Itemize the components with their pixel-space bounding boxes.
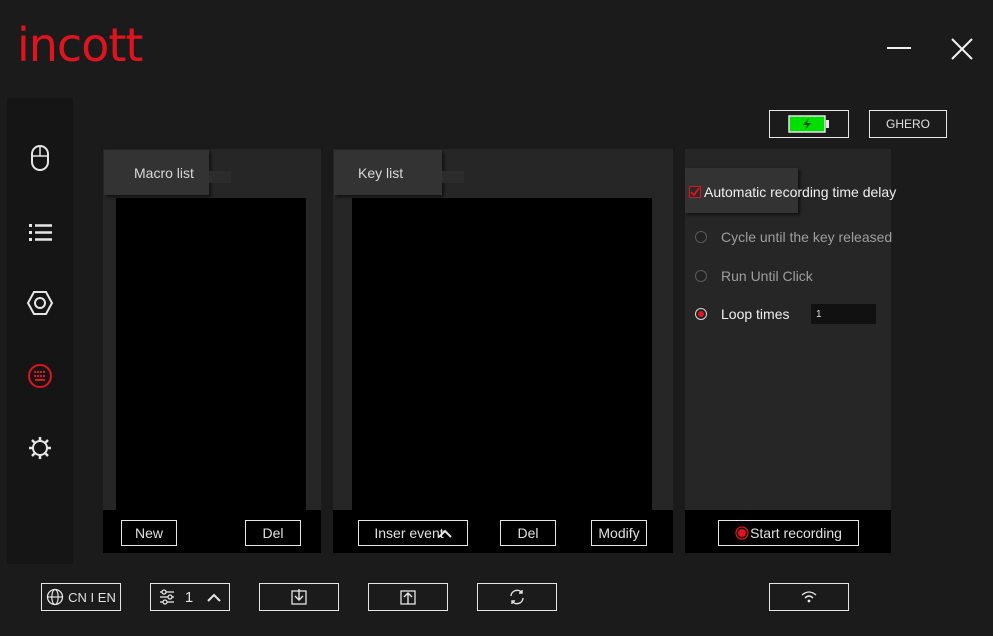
mode-loop-times[interactable]: Loop times	[695, 306, 789, 322]
macro-list-tab: Macro list	[104, 150, 231, 195]
minimize-button[interactable]	[887, 38, 911, 58]
radio-on-icon	[695, 308, 707, 320]
mode-cycle-until-released[interactable]: Cycle until the key released	[695, 229, 892, 245]
macro-list-box[interactable]	[116, 198, 306, 510]
radio-off-icon	[695, 270, 707, 282]
language-label: CN I EN	[68, 589, 116, 605]
gear-icon	[29, 437, 51, 459]
globe-icon	[47, 588, 64, 606]
sidebar-item-mouse[interactable]	[26, 144, 54, 172]
close-button[interactable]	[950, 37, 974, 61]
chevron-up-icon	[437, 529, 452, 538]
auto-delay-checkbox[interactable]: Automatic recording time delay	[689, 184, 896, 200]
insert-event-label: Inser event	[374, 525, 444, 541]
language-button[interactable]: CN I EN	[41, 583, 121, 611]
wifi-icon	[801, 591, 817, 603]
battery-indicator	[769, 110, 849, 138]
sidebar	[7, 98, 73, 564]
hexagon-settings-icon	[26, 291, 54, 315]
mouse-icon	[31, 145, 49, 171]
mode-label: Cycle until the key released	[721, 229, 893, 245]
import-button[interactable]	[259, 583, 339, 611]
radio-off-icon	[695, 231, 707, 243]
incott-logo: incott	[17, 18, 143, 72]
key-list-box[interactable]	[352, 198, 652, 510]
sidebar-item-system[interactable]	[26, 434, 54, 462]
wireless-button[interactable]	[769, 583, 849, 611]
sidebar-item-settings[interactable]	[26, 289, 54, 317]
profile-number: 1	[184, 588, 194, 606]
reset-button[interactable]	[477, 583, 557, 611]
import-icon	[291, 589, 307, 605]
battery-charging-icon	[788, 115, 829, 133]
delete-key-button[interactable]: Del	[500, 520, 556, 546]
keyboard-macro-icon	[28, 364, 52, 388]
auto-delay-label: Automatic recording time delay	[704, 184, 897, 200]
checkbox-checked-icon	[689, 186, 701, 198]
key-list-tab: Key list	[334, 150, 464, 195]
start-recording-label: Start recording	[750, 525, 842, 541]
start-recording-button[interactable]: Start recording	[718, 520, 859, 546]
minimize-icon	[887, 47, 911, 49]
mode-label: Run Until Click	[721, 268, 813, 284]
delete-macro-button[interactable]: Del	[245, 520, 301, 546]
mode-label: Loop times	[721, 306, 790, 322]
insert-event-button[interactable]: Inser event	[358, 520, 468, 546]
loop-count-input[interactable]	[811, 304, 876, 324]
macro-list-title: Macro list	[134, 165, 194, 181]
new-macro-button[interactable]: New	[121, 520, 177, 546]
key-list-title: Key list	[358, 165, 404, 181]
close-icon	[951, 38, 973, 60]
record-icon	[735, 526, 749, 540]
sidebar-item-list[interactable]	[26, 218, 54, 246]
export-button[interactable]	[368, 583, 448, 611]
profile-selector[interactable]: 1	[150, 583, 230, 611]
sidebar-item-macro[interactable]	[26, 362, 54, 390]
export-icon	[400, 590, 416, 605]
modify-key-button[interactable]: Modify	[591, 520, 647, 546]
chevron-up-icon	[207, 593, 221, 602]
mode-run-until-click[interactable]: Run Until Click	[695, 268, 813, 284]
sliders-icon	[159, 589, 174, 605]
list-icon	[29, 224, 52, 241]
refresh-icon	[510, 589, 524, 605]
device-button[interactable]: GHERO	[869, 110, 947, 138]
